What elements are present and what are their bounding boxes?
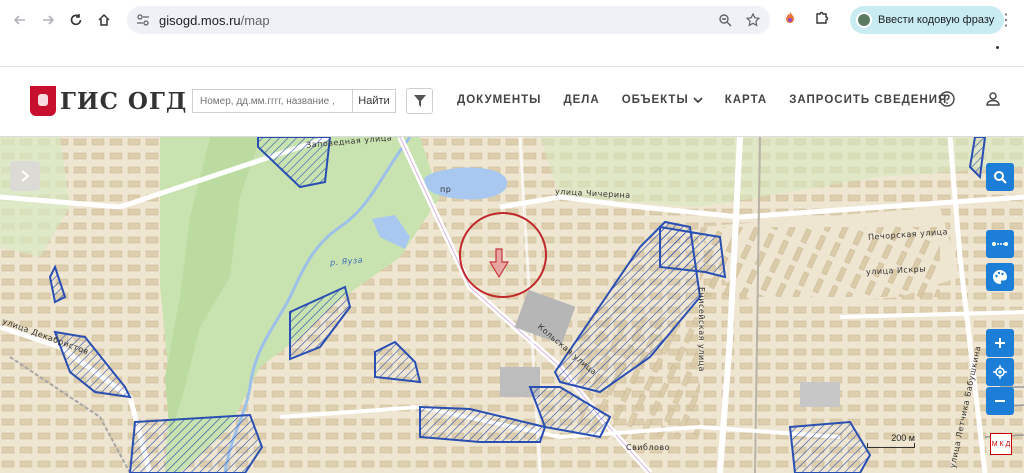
locate-button[interactable] — [986, 358, 1014, 386]
sidebar-expand-button[interactable] — [10, 161, 40, 191]
extension-icon[interactable] — [780, 8, 800, 28]
kebab-icon[interactable]: ⋮ — [998, 10, 1014, 30]
url-host: gisogd.mos.ru — [159, 12, 241, 28]
moscow-emblem-icon — [30, 86, 56, 116]
nav-cases[interactable]: ДЕЛА — [563, 94, 599, 106]
chevron-right-icon — [21, 170, 30, 182]
layer-style-button[interactable] — [986, 263, 1014, 291]
reload-icon[interactable] — [62, 6, 90, 34]
label-sviblovo: Свиблово — [626, 443, 671, 452]
filter-button[interactable] — [406, 88, 433, 114]
zoom-out-icon — [995, 400, 1005, 402]
logo-text: ГИС ОГД — [60, 87, 188, 115]
locate-icon — [993, 365, 1007, 379]
zoom-icon[interactable] — [716, 11, 734, 29]
home-icon[interactable] — [90, 6, 118, 34]
zoom-in-button[interactable] — [986, 329, 1014, 357]
forward-arrow-icon[interactable] — [34, 6, 62, 34]
logo[interactable]: ГИС ОГД — [30, 86, 187, 116]
passphrase-chip-label: Ввести кодовую фразу — [878, 14, 995, 26]
measure-button[interactable] — [986, 230, 1014, 258]
label-pr-1: пр — [440, 185, 452, 194]
scale-bar — [867, 443, 915, 448]
palette-icon — [993, 269, 1008, 284]
map-canvas[interactable]: Заповедная улица пр улица Чичерина Печор… — [0, 137, 1024, 473]
nav-objects[interactable]: ОБЪЕКТЫ — [622, 94, 703, 106]
zoom-in-icon — [995, 338, 1005, 348]
nav-request-info[interactable]: ЗАПРОСИТЬ СВЕДЕНИЯ — [789, 94, 947, 106]
search-input[interactable] — [192, 89, 352, 113]
address-bar[interactable]: gisogd.mos.ru/map — [127, 6, 770, 34]
nav-documents[interactable]: ДОКУМЕНТЫ — [457, 94, 541, 106]
chevron-down-icon — [693, 97, 703, 104]
search-button[interactable]: Найти — [352, 89, 396, 113]
metro-station-icon: М К Д — [990, 433, 1012, 455]
measure-icon — [992, 242, 1008, 246]
puzzle-icon[interactable] — [812, 8, 832, 28]
filter-icon — [413, 95, 426, 107]
url-path: /map — [240, 12, 270, 28]
back-arrow-icon[interactable] — [6, 6, 34, 34]
star-icon[interactable] — [744, 11, 762, 29]
help-icon[interactable] — [938, 90, 956, 108]
zoom-out-button[interactable] — [986, 387, 1014, 415]
map-scale: 200 м — [867, 433, 915, 448]
user-icon[interactable] — [984, 90, 1002, 108]
browser-toolbar: gisogd.mos.ru/map Ввести кодовую фразу ⋮ — [0, 0, 1024, 40]
site-info-icon[interactable] — [135, 12, 151, 28]
search-icon — [994, 171, 1007, 184]
passphrase-chip[interactable]: Ввести кодовую фразу — [850, 6, 1005, 34]
label-eniseyskaya: Енисейская улица — [697, 287, 706, 372]
nav-objects-label: ОБЪЕКТЫ — [621, 94, 689, 106]
url-text: gisogd.mos.ru/map — [159, 13, 270, 28]
nav-map[interactable]: КАРТА — [725, 94, 767, 106]
dot-indicator — [996, 46, 999, 49]
scale-label: 200 м — [891, 433, 915, 443]
main-nav: ДОКУМЕНТЫ ДЕЛА ОБЪЕКТЫ КАРТА ЗАПРОСИТЬ С… — [457, 94, 947, 106]
map-search-button[interactable] — [986, 163, 1014, 191]
site-header: ГИС ОГД Найти ДОКУМЕНТЫ ДЕЛА ОБЪЕКТЫ КАР… — [0, 67, 1024, 137]
basemap — [0, 137, 1024, 473]
profile-icon — [856, 12, 872, 28]
